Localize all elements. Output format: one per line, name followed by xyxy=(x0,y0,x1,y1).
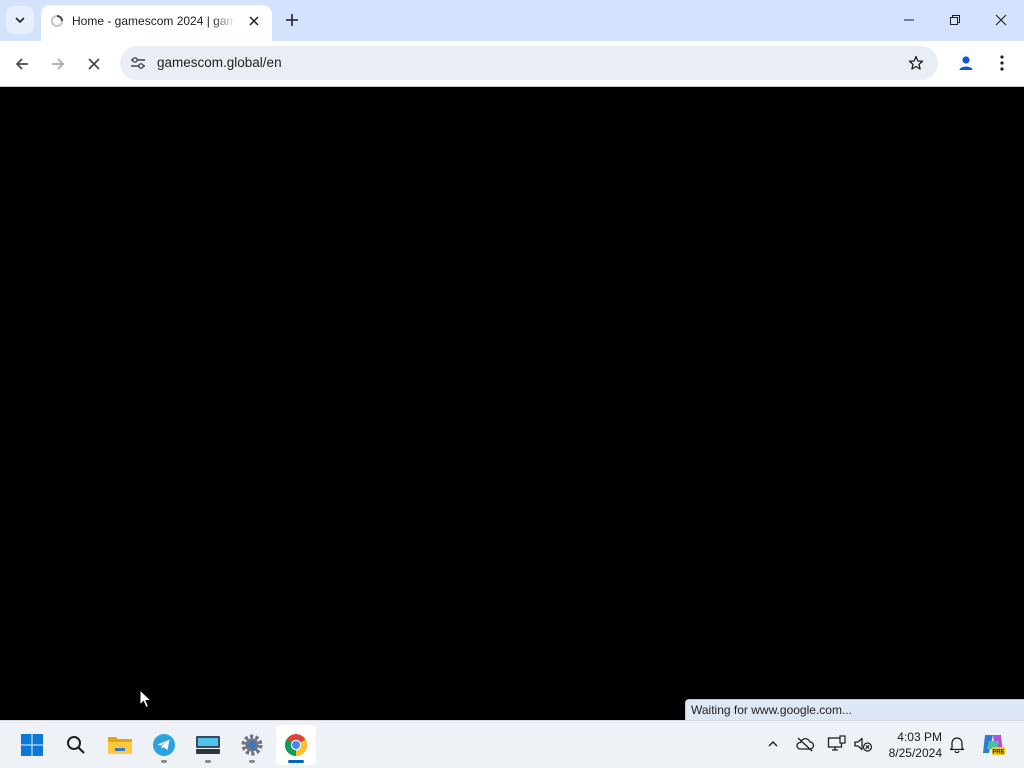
browser-menu-button[interactable] xyxy=(990,49,1014,77)
restore-button[interactable] xyxy=(932,0,978,40)
telegram-icon xyxy=(153,734,175,756)
settings-button[interactable] xyxy=(232,725,272,765)
close-icon xyxy=(249,16,259,26)
bookmark-button[interactable] xyxy=(906,53,926,73)
forward-button[interactable] xyxy=(42,48,74,80)
minimize-icon xyxy=(904,19,914,21)
chrome-button[interactable] xyxy=(276,725,316,765)
clock-time: 4:03 PM xyxy=(897,730,942,744)
onedrive-status-button[interactable] xyxy=(794,733,816,755)
cloud-off-icon xyxy=(796,737,815,752)
star-icon xyxy=(908,55,924,70)
minimize-button[interactable] xyxy=(886,0,932,40)
page-content[interactable] xyxy=(0,88,1024,720)
bell-icon xyxy=(949,737,965,753)
arrow-left-icon xyxy=(15,58,28,70)
address-bar[interactable]: gamescom.global/en xyxy=(120,46,938,80)
network-button[interactable] xyxy=(826,733,848,755)
speaker-muted-icon xyxy=(854,737,873,752)
folder-icon xyxy=(108,737,132,754)
plus-icon xyxy=(286,14,298,26)
url-text: gamescom.global/en xyxy=(157,55,282,70)
file-explorer-button[interactable] xyxy=(100,725,140,765)
stop-loading-button[interactable] xyxy=(78,48,110,80)
new-tab-button[interactable] xyxy=(280,8,304,32)
close-icon xyxy=(995,14,1007,26)
clock[interactable]: 4:03 PM 8/25/2024 xyxy=(880,729,942,761)
telegram-button[interactable] xyxy=(144,725,184,765)
profile-button[interactable] xyxy=(952,49,980,77)
close-icon xyxy=(88,58,100,70)
gear-icon xyxy=(241,734,263,756)
taskbar-search-button[interactable] xyxy=(56,725,96,765)
taskbar: 4:03 PM 8/25/2024 PRE xyxy=(0,720,1024,768)
tab-title: Home - gamescom 2024 | gamescom xyxy=(72,14,236,28)
search-icon xyxy=(67,736,85,754)
copilot-button[interactable]: PRE xyxy=(980,731,1006,757)
keyboard-icon xyxy=(196,736,220,754)
restore-icon xyxy=(950,15,960,25)
running-indicator xyxy=(205,760,211,763)
display-network-icon xyxy=(827,735,846,751)
browser-toolbar: gamescom.global/en xyxy=(0,41,1024,87)
more-vert-icon xyxy=(1000,55,1004,71)
close-window-button[interactable] xyxy=(978,0,1024,40)
keyboard-app-button[interactable] xyxy=(188,725,228,765)
show-hidden-icons-button[interactable] xyxy=(762,733,784,755)
loading-spinner-icon xyxy=(51,15,63,27)
chrome-icon xyxy=(285,734,307,756)
active-tab[interactable]: Home - gamescom 2024 | gamescom xyxy=(41,5,272,41)
tab-strip: Home - gamescom 2024 | gamescom xyxy=(0,0,1024,41)
running-indicator xyxy=(161,760,167,763)
tune-icon xyxy=(131,57,145,69)
status-bubble: Waiting for www.google.com... xyxy=(685,699,1024,720)
active-indicator xyxy=(288,760,304,763)
clock-date: 8/25/2024 xyxy=(888,746,942,760)
chevron-down-icon xyxy=(15,17,25,24)
tab-search-button[interactable] xyxy=(6,6,34,34)
back-button[interactable] xyxy=(6,48,38,80)
running-indicator xyxy=(249,760,255,763)
volume-button[interactable] xyxy=(852,733,874,755)
start-button[interactable] xyxy=(12,725,52,765)
arrow-right-icon xyxy=(52,58,65,70)
notifications-button[interactable] xyxy=(946,733,968,755)
svg-text:PRE: PRE xyxy=(992,750,1004,756)
copilot-icon: PRE xyxy=(983,735,1005,756)
windows-start-icon xyxy=(21,734,43,756)
tab-close-button[interactable] xyxy=(244,11,264,31)
chevron-up-icon xyxy=(768,741,778,747)
mouse-cursor-icon xyxy=(139,689,152,709)
site-info-button[interactable] xyxy=(128,53,148,73)
avatar-icon xyxy=(959,56,973,70)
